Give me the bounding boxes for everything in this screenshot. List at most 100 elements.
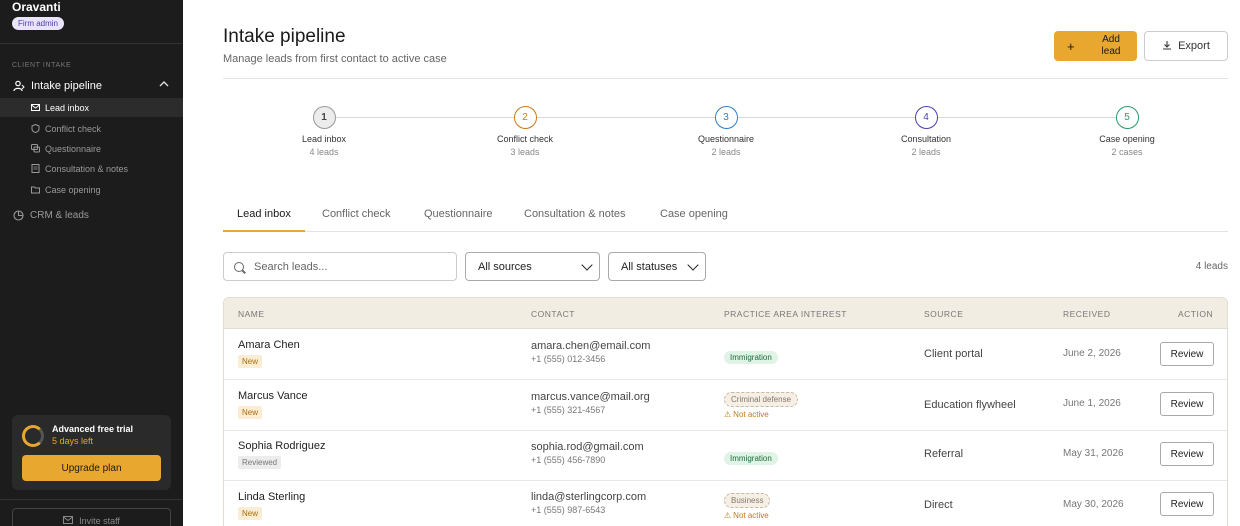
step-number: 3 — [714, 106, 738, 129]
practice-pill: Immigration — [724, 351, 778, 364]
upgrade-plan-button[interactable]: Upgrade plan — [22, 455, 161, 481]
review-button[interactable]: Review — [1160, 342, 1214, 366]
mail-icon — [63, 516, 74, 526]
export-label: Export — [1178, 40, 1210, 52]
shield-icon — [31, 123, 40, 134]
lead-phone: +1 (555) 012-3456 — [531, 354, 606, 364]
status-badge: Reviewed — [238, 456, 282, 469]
tab-conflict-check[interactable]: Conflict check — [322, 208, 390, 232]
role-badge: Firm admin — [12, 17, 65, 30]
status-select-value: All statuses — [621, 260, 678, 273]
brand-name: Oravanti — [12, 0, 61, 14]
step-number: 5 — [1115, 106, 1139, 129]
sidebar-item-questionnaire[interactable]: Questionnaire — [0, 139, 183, 158]
search-icon — [234, 261, 244, 272]
status-select[interactable]: All statuses — [608, 252, 706, 281]
lead-phone: +1 (555) 321-4567 — [531, 405, 606, 415]
source-select[interactable]: All sources — [465, 252, 600, 281]
chevron-down-icon — [581, 259, 593, 271]
search-input[interactable] — [254, 260, 444, 273]
lead-name: Sophia Rodriguez — [238, 440, 326, 452]
step-count: 2 leads — [911, 147, 941, 157]
invite-staff-button[interactable]: Invite staff — [12, 508, 171, 526]
column-header-source: SOURCE — [924, 309, 964, 319]
tab-consultation-notes[interactable]: Consultation & notes — [524, 208, 626, 232]
tab-lead-inbox[interactable]: Lead inbox — [223, 208, 305, 232]
tab-questionnaire[interactable]: Questionnaire — [424, 208, 493, 232]
lead-email[interactable]: marcus.vance@mail.org — [531, 391, 650, 403]
trial-remaining: 5 days left — [52, 436, 94, 446]
table-row[interactable]: Marcus Vance New marcus.vance@mail.org +… — [224, 380, 1227, 431]
column-header-received: RECEIVED — [1063, 309, 1111, 319]
table-header: NAME CONTACT PRACTICE AREA INTEREST SOUR… — [224, 298, 1227, 329]
sidebar: Oravanti Firm admin CLIENT INTAKE Intake… — [0, 0, 183, 526]
step-name: Consultation — [900, 134, 952, 144]
not-active-note: ⚠ Not active — [724, 511, 770, 520]
step-count: 4 leads — [309, 147, 339, 157]
review-button[interactable]: Review — [1160, 392, 1214, 416]
sidebar-item-consultation-notes[interactable]: Consultation & notes — [0, 159, 183, 178]
step-conflict-check[interactable]: 2 Conflict check 3 leads — [475, 106, 575, 157]
step-lead-inbox[interactable]: 1 Lead inbox 4 leads — [274, 106, 374, 157]
lead-email[interactable]: sophia.rod@gmail.com — [531, 441, 644, 453]
sidebar-item-crm-leads[interactable]: CRM & leads — [0, 206, 183, 225]
not-active-label: Not active — [733, 410, 769, 419]
source-select-value: All sources — [478, 260, 532, 273]
sidebar-divider — [0, 499, 183, 500]
sidebar-item-label: CRM & leads — [30, 210, 89, 221]
step-consultation[interactable]: 4 Consultation 2 leads — [876, 106, 976, 157]
lead-name: Marcus Vance — [238, 390, 308, 402]
folder-icon — [31, 185, 40, 194]
table-row[interactable]: Linda Sterling New linda@sterlingcorp.co… — [224, 481, 1227, 526]
sidebar-item-lead-inbox[interactable]: Lead inbox — [0, 98, 183, 117]
lead-phone: +1 (555) 987-6543 — [531, 505, 606, 515]
export-button[interactable]: Export — [1144, 31, 1228, 61]
add-lead-label: Add lead — [1101, 34, 1121, 57]
step-questionnaire[interactable]: 3 Questionnaire 2 leads — [676, 106, 776, 157]
review-button[interactable]: Review — [1160, 442, 1214, 466]
trial-title: Advanced free trial — [52, 424, 134, 434]
sidebar-item-label: Lead inbox — [45, 102, 90, 113]
trial-card: Advanced free trial 5 days left Upgrade … — [12, 415, 171, 490]
lead-email[interactable]: linda@sterlingcorp.com — [531, 491, 646, 503]
step-count: 2 cases — [1111, 147, 1143, 157]
sidebar-item-label: Case opening — [45, 184, 101, 195]
status-badge: New — [238, 507, 263, 520]
step-name: Questionnaire — [697, 134, 755, 144]
lead-email[interactable]: amara.chen@email.com — [531, 340, 650, 352]
sidebar-group-intake-pipeline[interactable]: Intake pipeline — [0, 75, 183, 96]
sidebar-item-label: Questionnaire — [45, 143, 102, 154]
status-badge: New — [238, 406, 263, 419]
step-count: 3 leads — [510, 147, 540, 157]
step-number: 1 — [312, 106, 336, 129]
received-date: June 2, 2026 — [1063, 348, 1121, 359]
lead-source: Education flywheel — [924, 399, 1016, 411]
table-row[interactable]: Sophia Rodriguez Reviewed sophia.rod@gma… — [224, 430, 1227, 481]
step-name: Conflict check — [496, 134, 554, 144]
received-date: June 1, 2026 — [1063, 398, 1121, 409]
sidebar-item-conflict-check[interactable]: Conflict check — [0, 119, 183, 138]
download-icon — [1162, 40, 1172, 53]
notes-icon — [31, 164, 40, 173]
sidebar-item-label: Conflict check — [45, 123, 102, 134]
column-header-practice: PRACTICE AREA INTEREST — [724, 309, 847, 319]
tab-case-opening[interactable]: Case opening — [660, 208, 728, 232]
step-name: Lead inbox — [301, 134, 347, 144]
step-name: Case opening — [1099, 134, 1155, 144]
user-flow-icon — [13, 80, 25, 92]
plus-icon: + — [1067, 38, 1075, 54]
review-button[interactable]: Review — [1160, 492, 1214, 516]
invite-staff-label: Invite staff — [79, 516, 120, 526]
add-lead-button[interactable]: + Add lead — [1054, 31, 1137, 61]
chevron-up-icon[interactable] — [159, 80, 169, 91]
chevron-down-icon — [687, 259, 699, 271]
sidebar-group-label: Intake pipeline — [31, 79, 102, 92]
trial-progress-ring — [22, 425, 44, 447]
table-row[interactable]: Amara Chen New amara.chen@email.com +1 (… — [224, 329, 1227, 380]
lead-name: Amara Chen — [238, 339, 300, 351]
step-case-opening[interactable]: 5 Case opening 2 cases — [1077, 106, 1177, 157]
sidebar-item-case-opening[interactable]: Case opening — [0, 180, 183, 199]
sidebar-section-label: CLIENT INTAKE — [12, 62, 72, 69]
lead-source: Referral — [924, 448, 964, 460]
search-field[interactable] — [223, 252, 457, 281]
